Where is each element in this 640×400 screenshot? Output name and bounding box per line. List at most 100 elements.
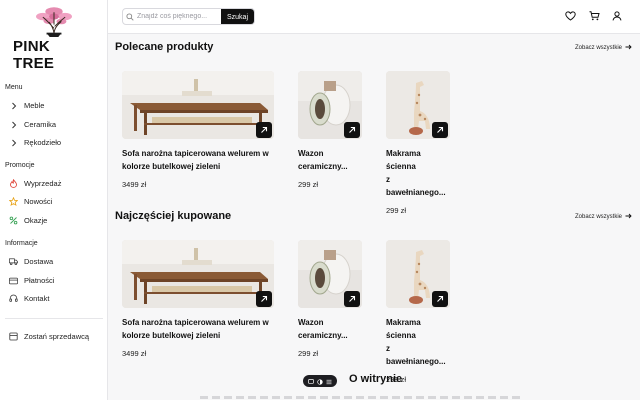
chat-widget-toggle[interactable]	[303, 375, 337, 387]
product-image-macrame	[386, 240, 450, 308]
info-section-title: Informacje	[5, 240, 38, 247]
chevron-right-icon	[9, 138, 18, 147]
product-card[interactable]: Wazon ceramiczny... 299 zł	[298, 240, 362, 358]
product-name-line: Wazon	[298, 318, 324, 327]
menu-section-title: Menu	[5, 84, 23, 91]
product-card[interactable]: Makrama ścienna z bawełnianego... 299 zł	[386, 240, 450, 384]
cart-icon[interactable]	[588, 10, 600, 22]
about-site-title: O witrynie	[349, 373, 403, 385]
see-all-label: Zobacz wszystkie	[574, 214, 622, 220]
product-image-vase	[298, 240, 362, 308]
product-image-coffee-table	[122, 240, 274, 308]
product-price: 299 zł	[298, 349, 319, 358]
product-price: 3499 zł	[122, 349, 147, 358]
product-name-line: kolorze butelkowej zieleni	[122, 331, 221, 340]
product-card[interactable]: Makrama ścienna z bawełnianego... 299 zł	[386, 71, 450, 215]
promo-section-title: Promocje	[5, 162, 35, 169]
sidebar-item-label: Płatności	[24, 276, 55, 285]
flame-icon	[9, 179, 18, 188]
product-price: 299 zł	[386, 206, 407, 215]
section-title-featured: Polecane produkty	[115, 41, 214, 53]
sidebar-divider	[5, 318, 103, 319]
theme-icon	[317, 378, 323, 385]
bonsai-logo-icon	[36, 7, 72, 37]
product-name-line: Sofa narożna tapicerowana welurem w	[122, 149, 269, 158]
chevron-right-icon	[9, 120, 18, 129]
section-title-bestsellers: Najczęściej kupowane	[115, 210, 232, 222]
percent-icon	[9, 216, 18, 225]
arrow-right-icon	[625, 44, 632, 52]
card-icon	[9, 276, 18, 285]
product-name-line: z bawełnianego...	[386, 344, 446, 366]
product-name-line: Sofa narożna tapicerowana welurem w	[122, 318, 269, 327]
sidebar: PINK TREE Menu Meble Ceramika Rękodzieło…	[0, 0, 108, 400]
see-all-label: Zobacz wszystkie	[574, 45, 622, 51]
sidebar-item-label: Rękodzieło	[24, 138, 62, 147]
user-icon[interactable]	[611, 10, 623, 22]
product-name: Makrama ścienna z bawełnianego...	[386, 147, 450, 199]
product-name: Wazon ceramiczny...	[298, 147, 362, 173]
product-price: 299 zł	[298, 180, 319, 189]
open-product-arrow-icon[interactable]	[344, 291, 360, 307]
product-card[interactable]: Sofa narożna tapicerowana welurem w kolo…	[122, 71, 274, 189]
sidebar-item-label: Wyprzedaż	[24, 179, 62, 188]
menu-icon	[326, 378, 332, 385]
top-header: Szukaj	[108, 0, 640, 34]
open-product-arrow-icon[interactable]	[432, 122, 448, 138]
sidebar-item-meble[interactable]: Meble	[9, 101, 44, 110]
product-image-macrame	[386, 71, 450, 139]
brand-name: PINK TREE	[13, 38, 55, 72]
see-all-bestsellers-link[interactable]: Zobacz wszystkie	[575, 213, 632, 221]
search-input[interactable]	[137, 9, 223, 24]
sidebar-item-wyprzedaz[interactable]: Wyprzedaż	[9, 179, 61, 188]
product-price: 3499 zł	[122, 180, 147, 189]
open-product-arrow-icon[interactable]	[344, 122, 360, 138]
headset-icon	[9, 294, 18, 303]
brand-logo[interactable]: PINK TREE	[13, 6, 95, 72]
product-name-line: Wazon	[298, 149, 324, 158]
become-seller-link[interactable]: Zostań sprzedawcą	[9, 332, 89, 341]
sidebar-item-label: Zostań sprzedawcą	[24, 332, 90, 341]
sidebar-item-label: Ceramika	[24, 120, 57, 129]
arrow-right-icon	[625, 213, 632, 221]
sidebar-item-platnosci[interactable]: Płatności	[9, 276, 54, 285]
store-icon	[9, 332, 18, 341]
product-image-vase	[298, 71, 362, 139]
product-image-coffee-table	[122, 71, 274, 139]
sidebar-item-ceramika[interactable]: Ceramika	[9, 120, 56, 129]
chevron-right-icon	[9, 101, 18, 110]
star-icon	[9, 197, 18, 206]
heart-icon[interactable]	[564, 10, 576, 22]
see-all-featured-link[interactable]: Zobacz wszystkie	[575, 44, 632, 52]
product-name-line: ceramiczny...	[298, 162, 348, 171]
product-name-line: kolorze butelkowej zieleni	[122, 162, 221, 171]
truck-icon	[9, 257, 18, 266]
product-card[interactable]: Sofa narożna tapicerowana welurem w kolo…	[122, 240, 274, 358]
open-product-arrow-icon[interactable]	[432, 291, 448, 307]
open-product-arrow-icon[interactable]	[256, 122, 272, 138]
sidebar-item-rekodzielo[interactable]: Rękodzieło	[9, 138, 61, 147]
open-product-arrow-icon[interactable]	[256, 291, 272, 307]
footer-text-fade	[200, 396, 520, 399]
sidebar-item-kontakt[interactable]: Kontakt	[9, 294, 49, 303]
product-card[interactable]: Wazon ceramiczny... 299 zł	[298, 71, 362, 189]
product-name: Sofa narożna tapicerowana welurem w kolo…	[122, 316, 274, 342]
sidebar-item-label: Dostawa	[24, 257, 54, 266]
product-name-line: Makrama ścienna	[386, 149, 421, 171]
product-name-line: ceramiczny...	[298, 331, 348, 340]
sidebar-item-nowosci[interactable]: Nowości	[9, 197, 52, 206]
sidebar-item-dostawa[interactable]: Dostawa	[9, 257, 53, 266]
product-name-line: z bawełnianego...	[386, 175, 446, 197]
sidebar-item-label: Okazje	[24, 216, 48, 225]
sidebar-item-label: Nowości	[24, 197, 53, 206]
sidebar-item-label: Kontakt	[24, 294, 50, 303]
product-name: Sofa narożna tapicerowana welurem w kolo…	[122, 147, 274, 173]
product-name: Makrama ścienna z bawełnianego...	[386, 316, 450, 368]
search-button[interactable]: Szukaj	[221, 9, 254, 24]
search-icon	[123, 12, 137, 21]
sidebar-item-okazje[interactable]: Okazje	[9, 216, 47, 225]
sidebar-item-label: Meble	[24, 101, 45, 110]
chat-icon	[307, 378, 314, 384]
search-bar: Szukaj	[122, 8, 255, 25]
product-name: Wazon ceramiczny...	[298, 316, 362, 342]
